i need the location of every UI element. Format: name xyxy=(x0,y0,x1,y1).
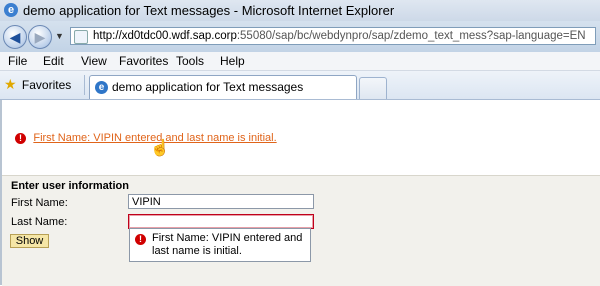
menu-bar: File Edit View Favorites Tools Help xyxy=(0,52,600,71)
window-titlebar: e demo application for Text messages - M… xyxy=(0,0,600,21)
back-arrow-icon: ◀ xyxy=(9,29,21,45)
address-url[interactable]: http://xd0tdc00.wdf.sap.corp:55080/sap/b… xyxy=(93,30,586,42)
menu-help[interactable]: Help xyxy=(220,54,245,68)
forward-button[interactable]: ▶ xyxy=(28,25,52,49)
last-name-input[interactable] xyxy=(128,214,314,229)
section-title: Enter user information xyxy=(11,180,129,192)
tab-label: demo application for Text messages xyxy=(112,80,304,94)
url-path: :55080/sap/bc/webdynpro/sap/zdemo_text_m… xyxy=(236,30,586,42)
window-title: demo application for Text messages - Mic… xyxy=(23,3,395,18)
favorites-label: Favorites xyxy=(21,77,72,92)
message-area: ! First Name: VIPIN entered and last nam… xyxy=(2,100,600,175)
ie-logo-icon: e xyxy=(4,3,18,17)
tooltip-error-icon: ! xyxy=(135,234,146,245)
error-icon: ! xyxy=(15,133,26,144)
error-message[interactable]: ! First Name: VIPIN entered and last nam… xyxy=(15,130,277,144)
navigation-bar: ◀ ▶ ▼ http://xd0tdc00.wdf.sap.corp:55080… xyxy=(0,21,600,52)
url-host: http://xd0tdc00.wdf.sap.corp xyxy=(93,30,237,42)
menu-tools[interactable]: Tools xyxy=(176,54,204,68)
show-button[interactable]: Show xyxy=(10,234,49,248)
tab-ie-icon: e xyxy=(95,81,108,94)
first-name-input[interactable]: VIPIN xyxy=(128,194,314,209)
favorites-button[interactable]: ★ Favorites xyxy=(4,76,71,94)
menu-favorites[interactable]: Favorites xyxy=(119,54,168,68)
error-tooltip: ! First Name: VIPIN entered and last nam… xyxy=(129,228,311,262)
hand-cursor-icon: ☝ xyxy=(150,140,170,157)
menu-file[interactable]: File xyxy=(8,54,27,68)
page-icon xyxy=(74,30,88,44)
last-name-label: Last Name: xyxy=(11,216,68,228)
new-tab-button[interactable] xyxy=(359,77,387,99)
address-bar[interactable]: http://xd0tdc00.wdf.sap.corp:55080/sap/b… xyxy=(70,27,596,45)
menu-edit[interactable]: Edit xyxy=(43,54,64,68)
first-name-label: First Name: xyxy=(11,197,68,209)
user-info-form: Enter user information First Name: VIPIN… xyxy=(2,175,600,286)
toolbar-separator xyxy=(84,75,85,95)
tooltip-text: First Name: VIPIN entered and last name … xyxy=(152,232,303,257)
history-dropdown-icon[interactable]: ▼ xyxy=(55,31,64,41)
tab-bar: ★ Favorites e demo application for Text … xyxy=(0,71,600,100)
menu-view[interactable]: View xyxy=(81,54,107,68)
forward-arrow-icon: ▶ xyxy=(34,29,46,45)
back-button[interactable]: ◀ xyxy=(3,25,27,49)
favorites-star-icon: ★ xyxy=(4,76,17,92)
tab-active[interactable]: e demo application for Text messages xyxy=(89,75,357,99)
